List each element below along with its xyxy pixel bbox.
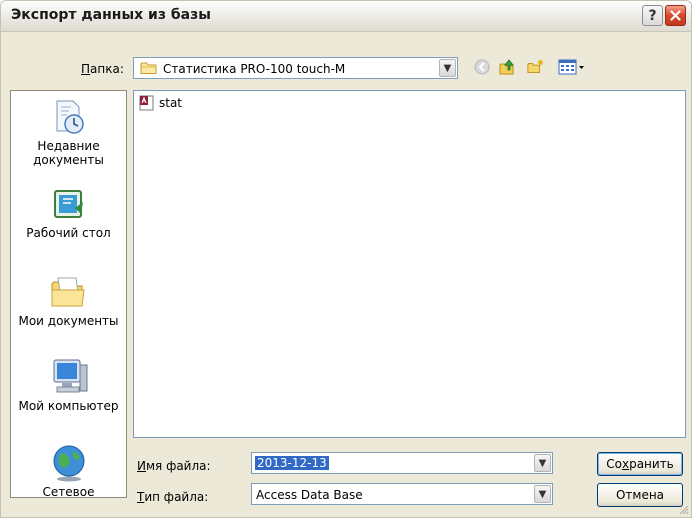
place-desktop[interactable]: Рабочий стол — [11, 188, 126, 240]
help-button[interactable]: ? — [642, 5, 663, 26]
folder-label: Папка: — [81, 62, 124, 76]
desktop-icon — [53, 190, 83, 218]
cancel-button[interactable]: Отмена — [597, 483, 683, 507]
export-dialog: Экспорт данных из базы ? Папка: Статисти… — [0, 0, 692, 518]
view-menu-button[interactable] — [557, 58, 587, 76]
up-folder-icon — [499, 59, 514, 75]
place-label: Мой компьютер — [18, 399, 119, 413]
help-icon: ? — [648, 7, 657, 24]
new-folder-icon — [527, 59, 544, 73]
close-icon — [670, 10, 681, 21]
resize-grip-icon[interactable] — [677, 503, 689, 515]
my-computer-icon — [53, 359, 87, 393]
chevron-down-icon: ▼ — [443, 62, 452, 74]
view-menu-icon — [558, 59, 584, 75]
filetype-select[interactable]: Access Data Base ▼ — [251, 483, 553, 505]
place-my-documents[interactable]: Мои документы — [11, 272, 126, 328]
save-button[interactable]: Со х ранить — [597, 452, 683, 476]
new-folder-button[interactable] — [527, 58, 545, 76]
folder-dropdown-button[interactable]: ▼ — [439, 59, 456, 77]
place-label: Рабочий стол — [26, 226, 111, 240]
places-bar: Недавние документы Рабочий стол Мои доку… — [10, 90, 127, 498]
filetype-dropdown-button[interactable]: ▼ — [534, 485, 551, 503]
window-title: Экспорт данных из базы — [11, 7, 211, 23]
folder-select[interactable]: Статистика PRO-100 touch-M ▼ — [133, 57, 458, 79]
chevron-down-icon: ▼ — [538, 457, 547, 469]
file-name: stat — [159, 96, 183, 110]
place-network[interactable]: Сетевое — [11, 443, 126, 498]
filename-value: 2013-12-13 — [255, 456, 329, 470]
filetype-value: Access Data Base — [256, 488, 363, 502]
network-globe-icon — [53, 445, 84, 482]
filename-input[interactable]: 2013-12-13 ▼ — [251, 452, 553, 474]
place-label: Сетевое — [42, 485, 95, 498]
place-recent-documents[interactable]: Недавние документы — [11, 97, 126, 167]
file-item[interactable]: stat — [139, 95, 182, 111]
title-bar[interactable]: Экспорт данных из базы ? — [1, 1, 691, 32]
back-button[interactable] — [473, 58, 491, 76]
folder-value: Статистика PRO-100 touch-M — [163, 62, 346, 76]
up-folder-button[interactable] — [498, 58, 516, 76]
place-label: Мои документы — [18, 314, 119, 328]
place-my-computer[interactable]: Мой компьютер — [11, 357, 126, 413]
access-file-icon — [139, 95, 154, 111]
back-arrow-icon — [474, 59, 490, 75]
recent-documents-icon — [56, 100, 84, 134]
filename-dropdown-button[interactable]: ▼ — [534, 454, 551, 472]
place-label: Недавние документы — [33, 139, 104, 167]
file-list[interactable]: stat — [133, 90, 686, 438]
folder-icon — [140, 62, 157, 74]
filename-label: Имя файла: — [137, 459, 211, 473]
chevron-down-icon: ▼ — [538, 488, 547, 500]
close-button[interactable] — [665, 5, 686, 26]
filetype-label: Тип файла: — [137, 490, 209, 504]
my-documents-icon — [51, 277, 85, 307]
